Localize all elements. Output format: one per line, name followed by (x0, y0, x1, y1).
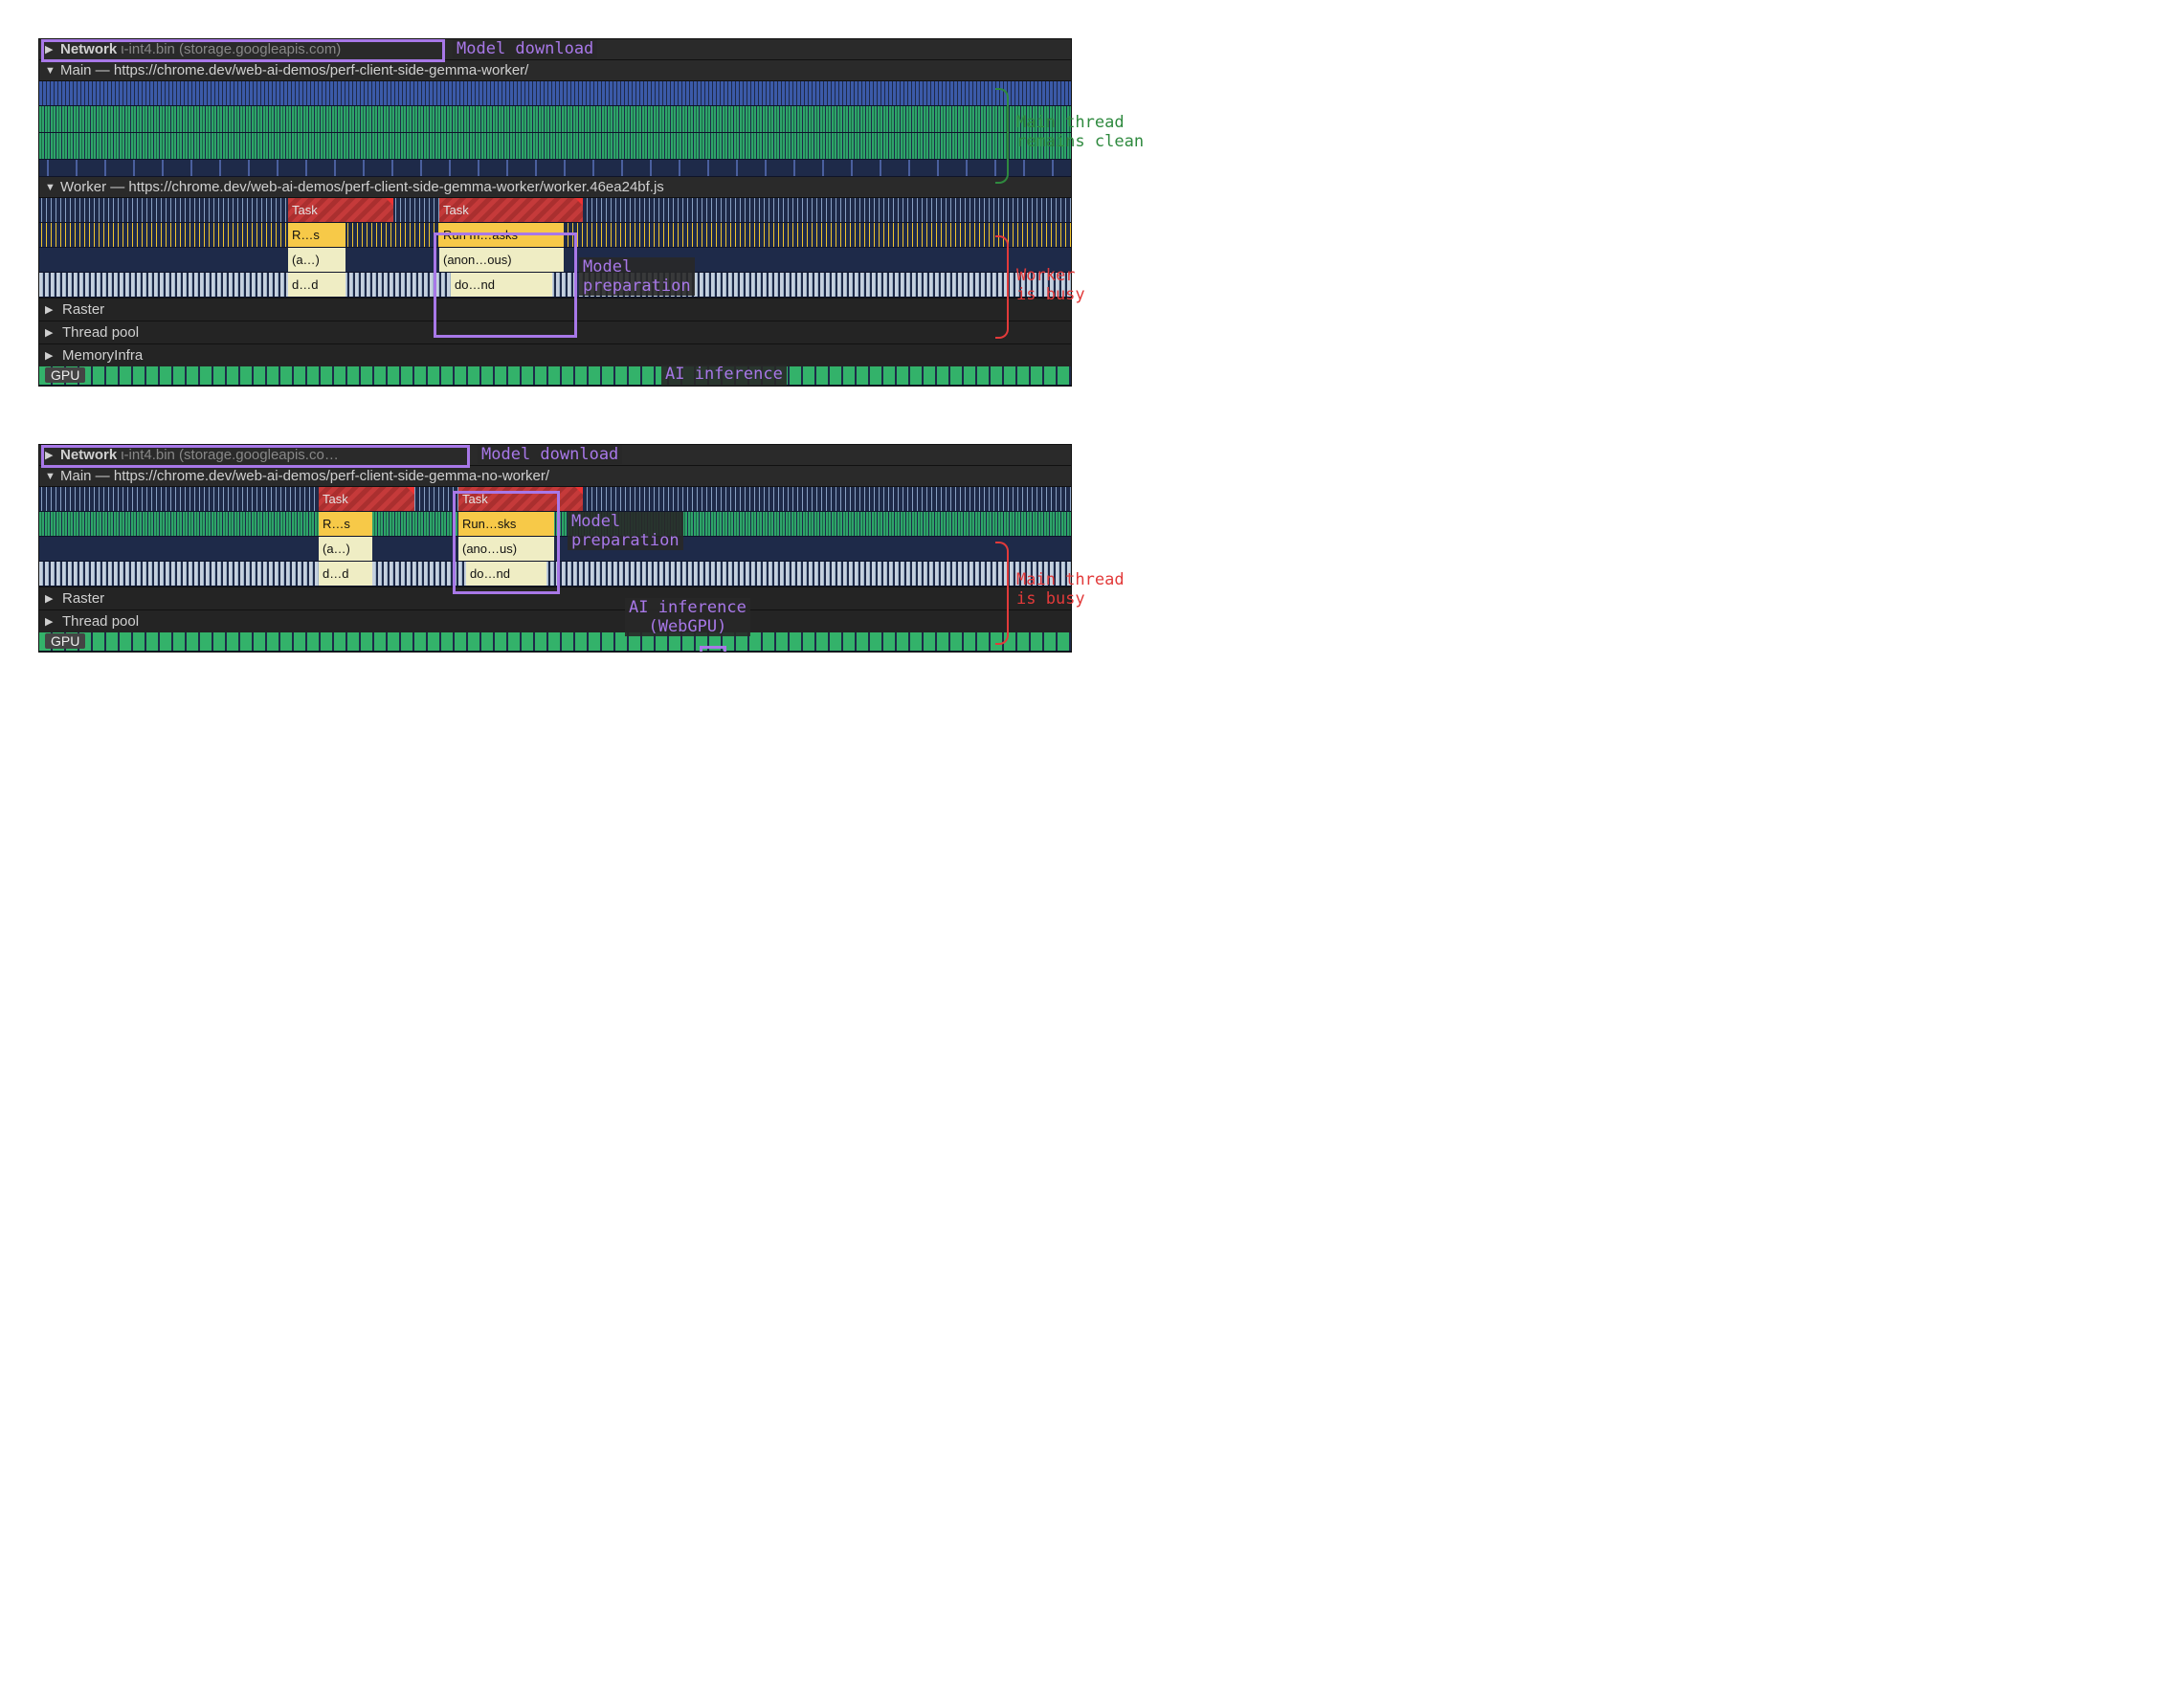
threadpool-label: Thread pool (62, 324, 139, 341)
brace-icon (995, 235, 1009, 339)
worker-track-header[interactable]: ▼ Worker — https://chrome.dev/web-ai-dem… (39, 177, 1071, 198)
task-block[interactable]: Task (319, 487, 414, 511)
annotation-label: Model preparation (579, 257, 695, 296)
annotation-label: AI inference (WebGPU) (661, 365, 787, 387)
task-block[interactable]: Task (288, 198, 393, 222)
main-track-header[interactable]: ▼ Main — https://chrome.dev/web-ai-demos… (39, 466, 1071, 487)
brace-icon (995, 542, 1009, 645)
annotation-box-main (453, 491, 560, 594)
memoryinfra-track-header[interactable]: ▶ MemoryInfra (39, 343, 1071, 366)
chevron-right-icon: ▶ (45, 303, 56, 316)
flame-block[interactable]: d…d (319, 562, 372, 586)
annotation-label: Model download (478, 445, 622, 464)
raster-label: Raster (62, 590, 104, 607)
annotation-box-network (41, 445, 470, 468)
main-lane-2[interactable] (39, 133, 1071, 160)
main-lane-3[interactable] (39, 160, 1071, 177)
gpu-lane[interactable] (39, 366, 1071, 386)
memoryinfra-label: MemoryInfra (62, 347, 143, 364)
task-block[interactable]: Task (439, 198, 583, 222)
side-annotation: Main thread remains clean (1016, 113, 1144, 151)
side-annotation: Main thread is busy (1016, 570, 1125, 609)
flame-block[interactable]: (a…) (319, 537, 372, 561)
threadpool-track-header[interactable]: ▶ Thread pool (39, 609, 1071, 632)
worker-lane-0[interactable]: Task Task (39, 198, 1071, 223)
annotation-label: Model preparation (568, 512, 683, 550)
main-track-header[interactable]: ▼ Main — https://chrome.dev/web-ai-demos… (39, 60, 1071, 81)
threadpool-label: Thread pool (62, 613, 139, 630)
chevron-down-icon: ▼ (45, 471, 56, 482)
chevron-right-icon: ▶ (45, 592, 56, 605)
gpu-label: GPU (45, 367, 85, 383)
raster-label: Raster (62, 301, 104, 318)
flame-block[interactable]: R…s (288, 223, 345, 247)
brace-icon (995, 88, 1009, 184)
annotation-box-gpu (700, 646, 726, 653)
chevron-down-icon: ▼ (45, 182, 56, 193)
flame-block[interactable]: R…s (319, 512, 372, 536)
chevron-down-icon: ▼ (45, 65, 56, 77)
gpu-lane[interactable] (39, 632, 1071, 652)
chevron-right-icon: ▶ (45, 349, 56, 362)
flame-block[interactable]: d…d (288, 273, 345, 297)
gpu-label: GPU (45, 633, 85, 649)
annotation-box-worker (434, 232, 577, 338)
worker-track-title: Worker — https://chrome.dev/web-ai-demos… (60, 179, 664, 195)
trace-panel-worker: ▶ Network ι-int4.bin (storage.googleapis… (38, 38, 1072, 387)
chevron-right-icon: ▶ (45, 615, 56, 628)
main-lane-0[interactable] (39, 81, 1071, 106)
main-track-title: Main — https://chrome.dev/web-ai-demos/p… (60, 62, 528, 78)
side-annotation: Worker is busy (1016, 266, 1085, 304)
flame-block[interactable]: (a…) (288, 248, 345, 272)
annotation-box-network (41, 39, 445, 62)
main-lane-1[interactable] (39, 106, 1071, 133)
chevron-right-icon: ▶ (45, 326, 56, 339)
annotation-label: AI inference (WebGPU) (625, 598, 750, 636)
main-track-title: Main — https://chrome.dev/web-ai-demos/p… (60, 468, 549, 484)
trace-panel-no-worker: ▶ Network ι-int4.bin (storage.googleapis… (38, 444, 1072, 653)
annotation-label: Model download (453, 39, 597, 58)
